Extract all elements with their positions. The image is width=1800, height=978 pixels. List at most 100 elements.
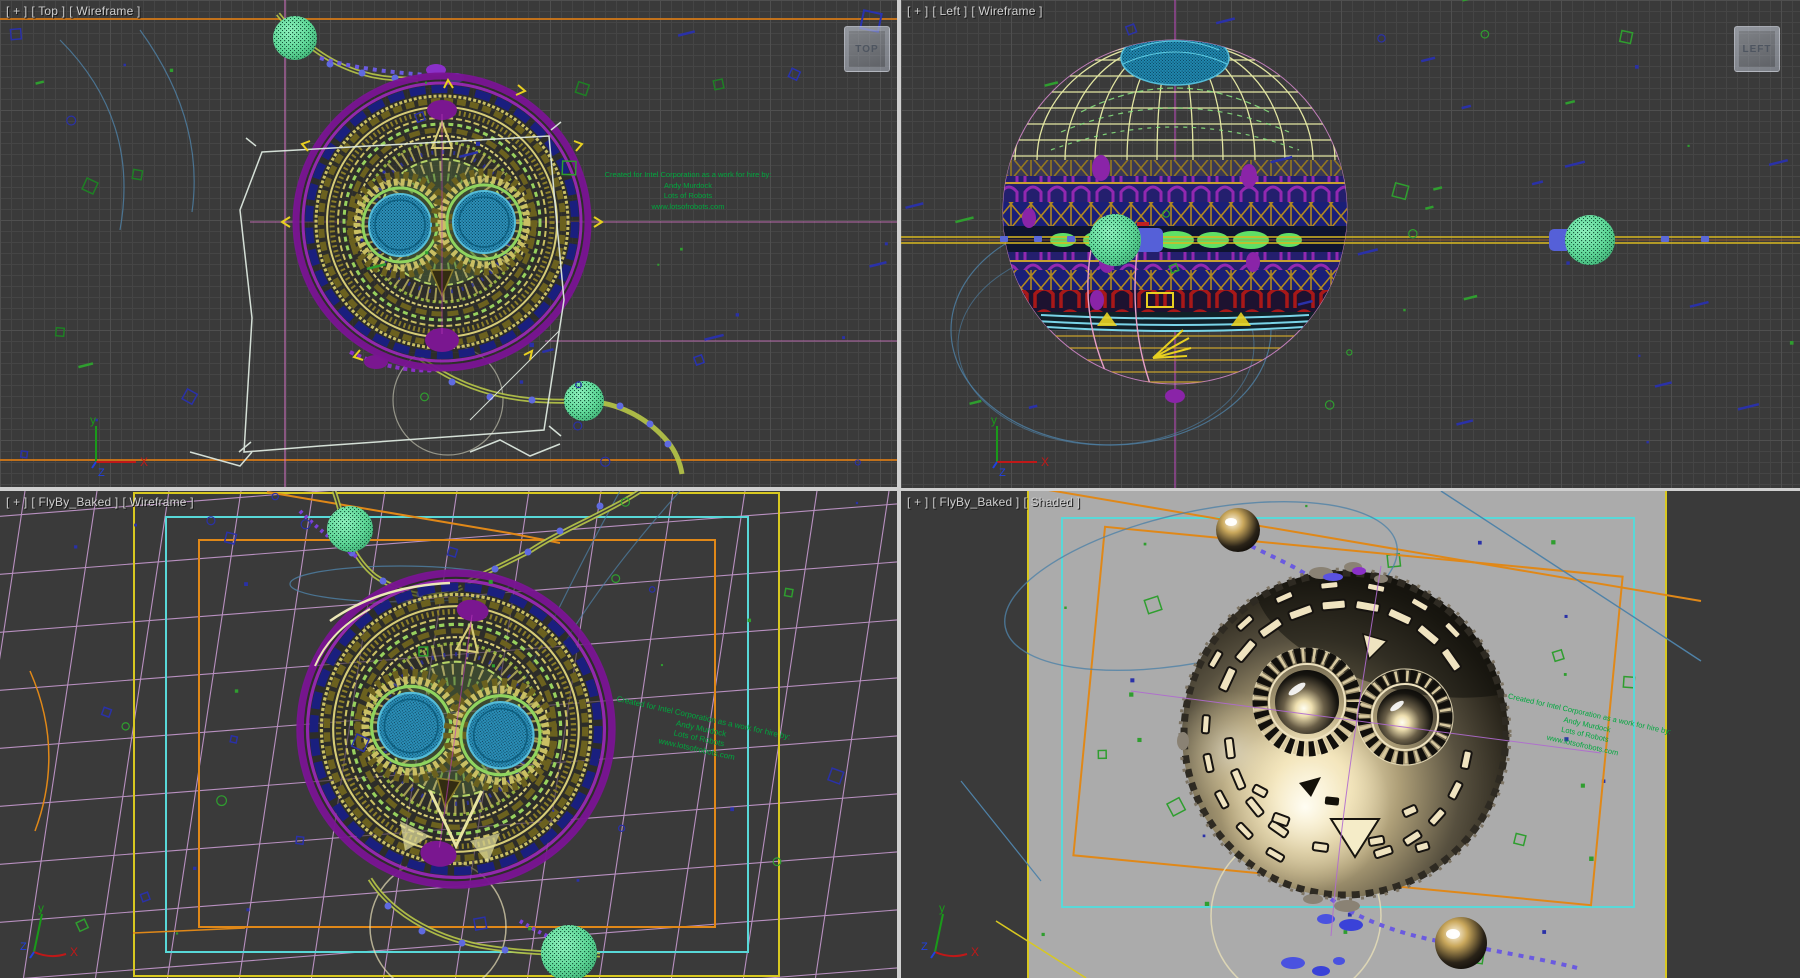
axis-label-z: Z (20, 941, 27, 953)
particle (1565, 615, 1568, 618)
viewport-menu-view[interactable]: Top (31, 4, 65, 18)
particle (1042, 933, 1045, 936)
particle (842, 336, 845, 339)
particle (1565, 162, 1585, 167)
viewport-canvas-left[interactable]: y X Z (901, 0, 1800, 488)
particle (1635, 65, 1639, 69)
particle (1769, 160, 1788, 165)
particle (1542, 930, 1546, 934)
particle (1532, 181, 1543, 184)
viewcube[interactable]: LEFT (1734, 26, 1780, 72)
particle (246, 908, 249, 911)
viewport-label[interactable]: + Left Wireframe (907, 4, 1047, 18)
scene-watermark-text: Created for Intel Corporation as a work … (538, 170, 838, 212)
viewport-menu-general[interactable]: + (6, 4, 27, 18)
particle (657, 264, 659, 266)
viewport-label[interactable]: + Top Wireframe (6, 4, 145, 18)
band-arch-red (1001, 290, 1351, 312)
viewport-label[interactable]: + FlyBy_Baked Shaded (907, 495, 1084, 509)
viewport-bottom-left[interactable]: y X Z +FlyBy_BakedWireframe Created for … (0, 491, 897, 978)
camera-path-sphere[interactable] (273, 16, 317, 60)
camera-path-sphere[interactable] (1089, 214, 1141, 266)
particle (730, 807, 734, 811)
particle (1045, 82, 1058, 85)
viewport-menu-general[interactable]: + (907, 495, 928, 509)
particle (661, 664, 663, 666)
particle (678, 31, 695, 35)
particle (955, 217, 973, 222)
particle (1551, 540, 1555, 544)
eye-left (1253, 648, 1361, 756)
orange-curve (30, 671, 49, 831)
viewcube-face-label[interactable]: LEFT (1743, 44, 1772, 55)
viewport-label[interactable]: + FlyBy_Baked Wireframe (6, 495, 198, 509)
camera-path-sphere[interactable] (541, 925, 597, 978)
particle (1478, 541, 1482, 545)
particle (182, 389, 197, 404)
particle (1564, 673, 1567, 676)
band-arch-purple (1001, 252, 1351, 270)
viewport-bottom-right[interactable]: y X Z +FlyBy_BakedShaded Created for Int… (901, 491, 1800, 978)
axis-label-x: X (140, 455, 148, 469)
viewport-menu-shading[interactable]: Shaded (1023, 495, 1080, 509)
orbit-curve (60, 40, 124, 230)
camera-path-sphere-shaded[interactable] (1216, 508, 1260, 552)
particle (906, 203, 924, 207)
eye-right (1357, 669, 1453, 765)
particle (1581, 784, 1585, 788)
viewport-canvas-top[interactable]: y X Z (0, 0, 897, 487)
particle (1205, 902, 1209, 906)
camera-path-sphere[interactable] (1565, 215, 1615, 265)
particle (1687, 145, 1689, 147)
particle (1738, 404, 1759, 409)
particle (1392, 183, 1409, 200)
viewport-top-left[interactable]: y X Z + Top Wireframe TOP Created for Inte… (0, 0, 897, 487)
particle (448, 547, 458, 557)
viewport-menu-general[interactable]: + (6, 495, 27, 509)
particle (1144, 543, 1147, 546)
viewcube-face-label[interactable]: TOP (855, 44, 878, 55)
particle (649, 587, 654, 592)
particle (1421, 58, 1435, 61)
particle (1462, 106, 1471, 108)
particle (124, 64, 126, 66)
viewport-menu-shading[interactable]: Wireframe (122, 495, 193, 509)
owl-ship-model-top-view[interactable] (294, 74, 590, 370)
viewport-menu-shading[interactable]: Wireframe (69, 4, 140, 18)
particle (1129, 692, 1133, 696)
axis-label-y: y (991, 413, 997, 427)
particle (1378, 35, 1385, 42)
axis-gizmo: y X Z (90, 413, 148, 479)
axis-gizmo: y X Z (20, 901, 78, 959)
viewport-menu-shading[interactable]: Wireframe (971, 4, 1042, 18)
camera-path-sphere-shaded[interactable] (1435, 917, 1487, 969)
particle (10, 29, 21, 40)
viewport-menu-view[interactable]: FlyBy_Baked (932, 495, 1019, 509)
axis-label-z: Z (921, 941, 928, 953)
particle (76, 919, 88, 931)
camera-path-sphere[interactable] (327, 506, 373, 552)
particle (1425, 207, 1433, 209)
camera-path-sphere[interactable] (564, 381, 604, 421)
particle (425, 251, 428, 254)
viewport-menu-view[interactable]: FlyBy_Baked (31, 495, 118, 509)
particle (856, 502, 858, 504)
particle (474, 917, 487, 930)
particle (134, 524, 137, 527)
viewport-top-right[interactable]: y X Z + Left Wireframe LEFT (901, 0, 1800, 488)
particle (1305, 505, 1307, 507)
particle (1358, 249, 1378, 254)
viewport-menu-general[interactable]: + (907, 4, 928, 18)
particle (21, 451, 28, 458)
viewport-menu-view[interactable]: Left (932, 4, 967, 18)
viewcube[interactable]: TOP (844, 26, 890, 72)
particle (869, 262, 886, 266)
orange-diagonal (133, 928, 245, 933)
particle (170, 69, 173, 72)
particle (225, 532, 237, 544)
particle (1064, 607, 1066, 609)
particle (1790, 341, 1794, 345)
particle (383, 171, 386, 174)
particle (1403, 309, 1405, 311)
orbit-curve (140, 30, 194, 212)
